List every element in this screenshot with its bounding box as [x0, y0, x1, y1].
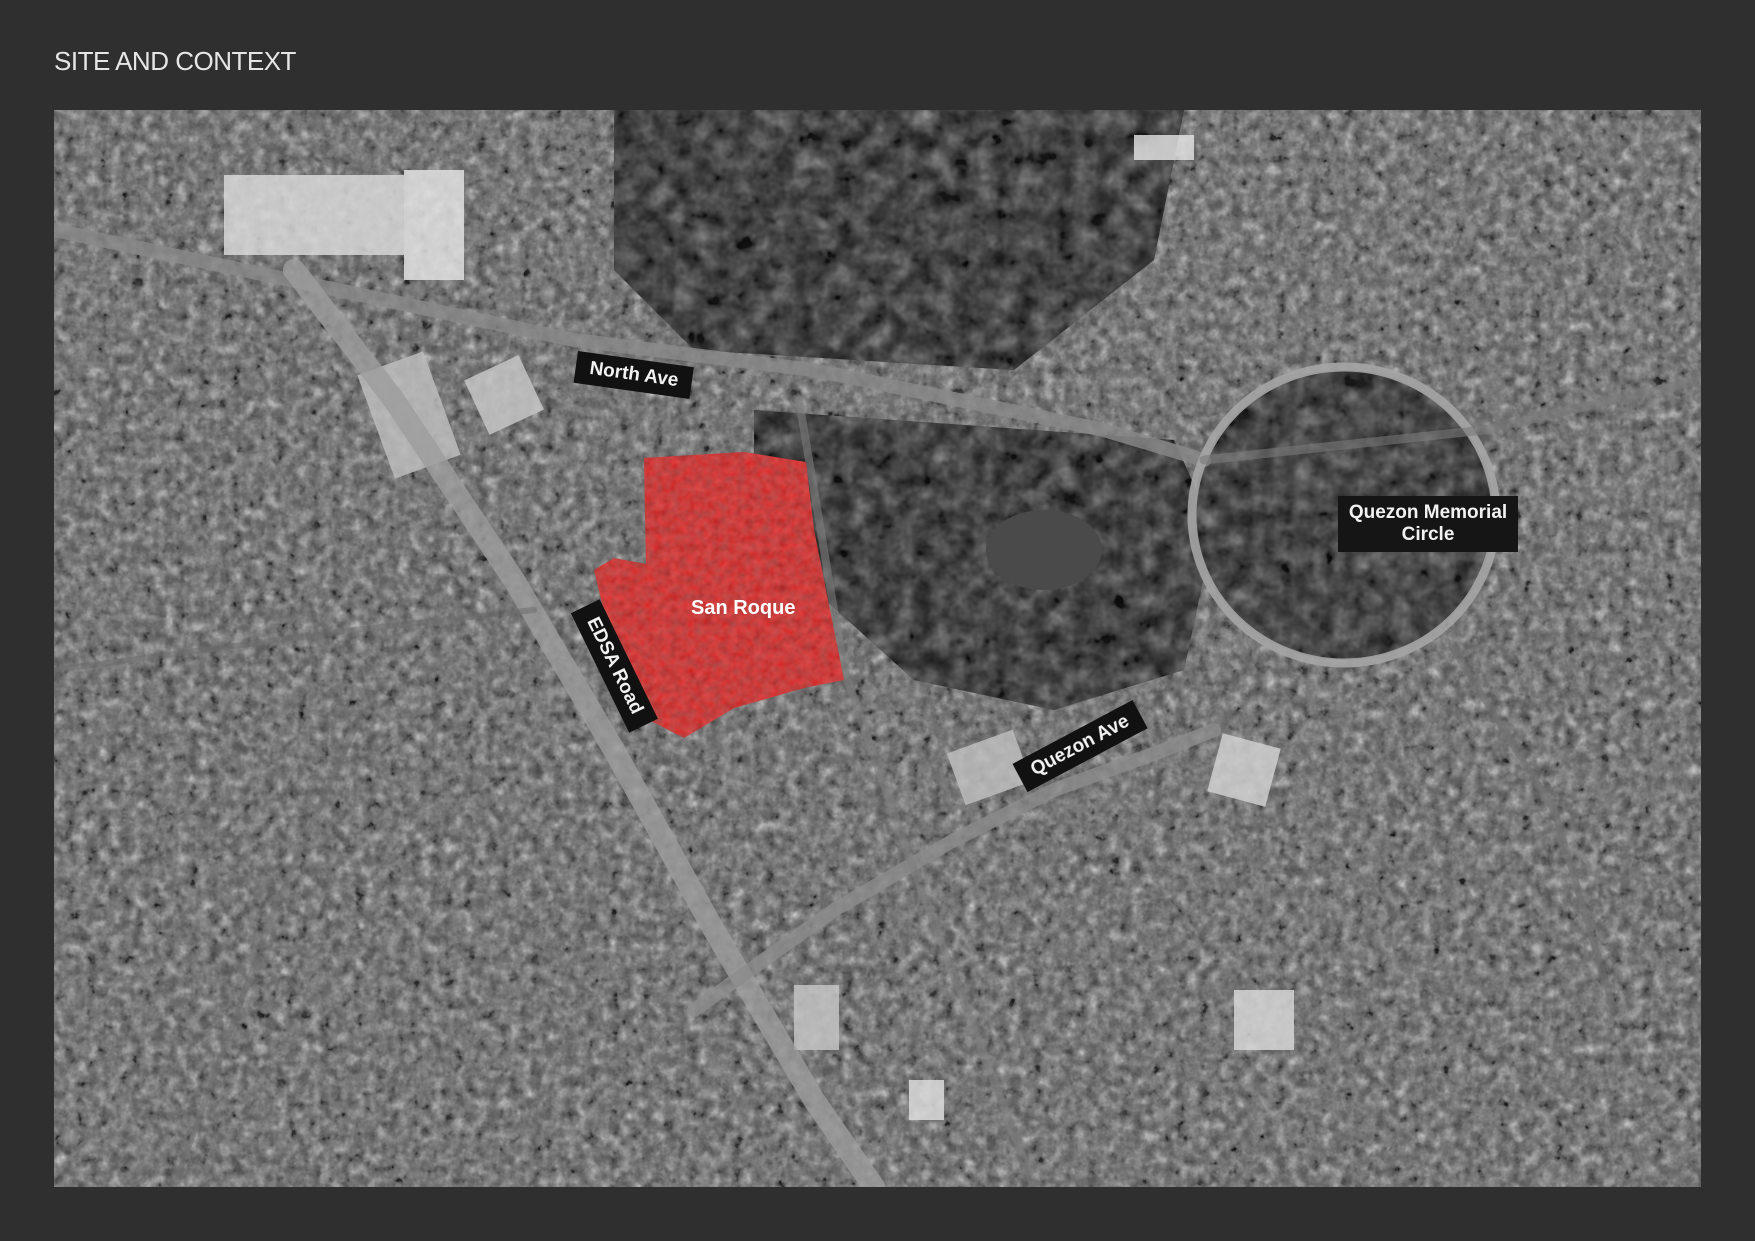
page-title: SITE AND CONTEXT [54, 46, 296, 76]
lagoon [986, 510, 1102, 590]
quezon-memorial-circle-label: Quezon Memorial Circle [1338, 496, 1518, 552]
aerial-map[interactable]: North Ave EDSA Road Quezon Ave Quezon Me… [54, 110, 1701, 1187]
map-canvas [54, 110, 1701, 1187]
san-roque-label: San Roque [691, 597, 796, 619]
